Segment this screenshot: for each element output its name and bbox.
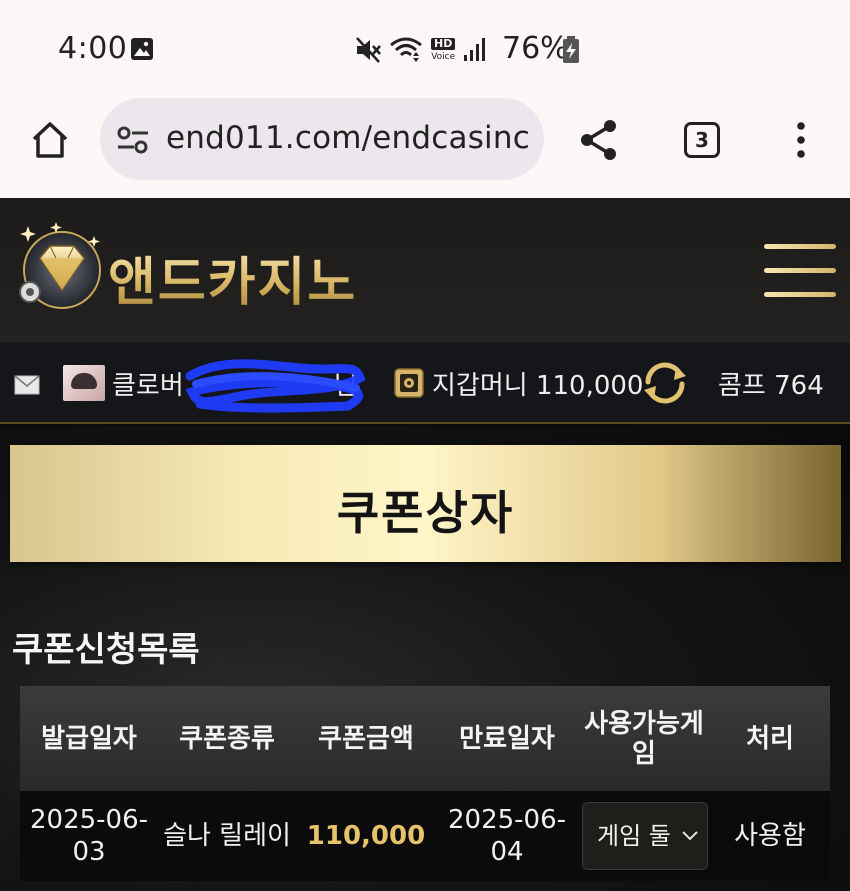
refresh-icon[interactable] — [640, 360, 690, 406]
diamond-logo-icon[interactable] — [14, 220, 106, 312]
safe-icon — [394, 368, 424, 398]
site-header: 앤드카지노 — [0, 198, 850, 342]
status-cell: 사용함 — [710, 791, 830, 881]
issue-date-cell: 2025-06-03 — [20, 791, 158, 881]
column-header: 발급일자 — [20, 686, 158, 791]
comp-points: 콤프 764 — [718, 371, 824, 401]
status-time: 4:00 — [58, 31, 128, 66]
column-header: 처리 — [710, 686, 830, 791]
game-select-dropdown[interactable]: 게임 둘 — [582, 802, 708, 870]
coupon-amount-cell: 110,000 — [296, 791, 436, 881]
hd-label: HD — [431, 38, 456, 50]
url-text[interactable]: end011.com/endcasinc — [166, 120, 530, 156]
mail-icon[interactable] — [14, 375, 40, 395]
more-icon[interactable] — [790, 120, 812, 160]
site-settings-icon[interactable] — [116, 125, 150, 155]
share-icon[interactable] — [578, 118, 620, 162]
home-icon[interactable] — [28, 118, 72, 162]
redaction-scribble — [185, 359, 366, 413]
signal-icon — [464, 38, 486, 61]
user-info-bar: 클로버 님 지갑머니 110,000 콤프 764 — [0, 342, 850, 424]
hamburger-menu-icon[interactable] — [764, 244, 836, 297]
brand-logo-text[interactable]: 앤드카지노 — [108, 240, 357, 315]
battery-percent: 76% — [502, 31, 569, 66]
battery-charging-icon — [563, 36, 579, 63]
coupon-table: 발급일자 쿠폰종류 쿠폰금액 만료일자 사용가능게임 처리 2025-06-03… — [20, 686, 830, 881]
voice-label: Voice — [431, 52, 456, 62]
expire-date-cell: 2025-06-04 — [436, 791, 578, 881]
section-title: 쿠폰신청목록 — [12, 630, 200, 670]
wifi-icon — [390, 37, 422, 62]
casino-site: 앤드카지노 클로버 님 지갑머니 110,000 콤프 764 쿠폰상자 쿠폰신… — [0, 198, 850, 891]
column-header: 사용가능게임 — [578, 686, 710, 791]
tabs-icon[interactable]: 3 — [684, 122, 720, 158]
coupon-box-banner: 쿠폰상자 — [10, 445, 841, 562]
game-select-cell: 게임 둘 — [578, 791, 710, 881]
main-content: 쿠폰상자 쿠폰신청목록 발급일자 쿠폰종류 쿠폰금액 만료일자 사용가능게임 처… — [0, 426, 850, 891]
table-row: 2025-06-03 슬나 릴레이 110,000 2025-06-04 게임 … — [20, 791, 830, 881]
mute-icon — [356, 37, 381, 63]
chevron-down-icon — [682, 831, 698, 841]
page-title: 쿠폰상자 — [336, 486, 515, 540]
column-header: 쿠폰금액 — [296, 686, 436, 791]
username-prefix: 클로버 — [112, 371, 184, 401]
address-bar[interactable]: end011.com/endcasinc — [100, 98, 544, 180]
wallet-money: 지갑머니 110,000 — [432, 371, 644, 401]
game-select-value: 게임 둘 — [597, 822, 671, 850]
status-icons: HD Voice — [355, 34, 487, 66]
gallery-icon — [131, 38, 153, 60]
column-header: 만료일자 — [436, 686, 578, 791]
table-header-row: 발급일자 쿠폰종류 쿠폰금액 만료일자 사용가능게임 처리 — [20, 686, 830, 791]
browser-toolbar: end011.com/endcasinc 3 — [0, 98, 850, 198]
status-bar: 4:00 HD Voice 76% — [0, 0, 850, 98]
avatar — [63, 365, 105, 401]
coupon-type-cell: 슬나 릴레이 — [158, 791, 296, 881]
hd-voice-icon: HD Voice — [431, 38, 456, 62]
column-header: 쿠폰종류 — [158, 686, 296, 791]
